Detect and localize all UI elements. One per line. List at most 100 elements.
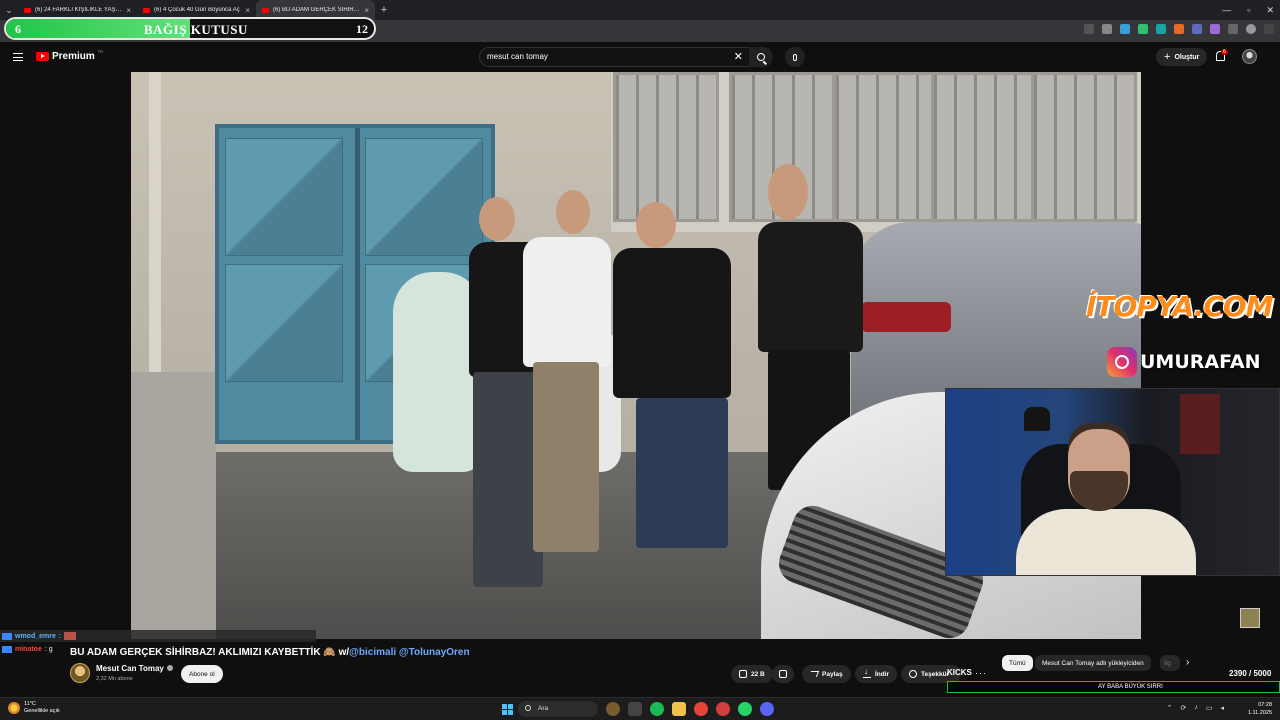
minimize-icon[interactable]: — xyxy=(1222,5,1231,15)
extension-icon[interactable] xyxy=(1156,24,1166,34)
app-icon[interactable] xyxy=(716,702,730,716)
extension-icon[interactable] xyxy=(1138,24,1148,34)
chat-text: : g xyxy=(44,646,53,653)
donation-progress-bar: 6 BAĞIŞ KUTUSU 12 xyxy=(4,17,376,40)
microphone-icon xyxy=(793,53,797,61)
tab-close-icon[interactable]: × xyxy=(364,6,369,15)
account-avatar[interactable] xyxy=(1242,49,1257,64)
window xyxy=(833,72,939,222)
search-icon xyxy=(525,705,531,711)
extension-icon[interactable] xyxy=(1192,24,1202,34)
barred-windows xyxy=(611,72,1141,232)
subscriber-count: 2,32 Mn abone xyxy=(96,676,133,682)
dislike-button[interactable] xyxy=(772,665,794,683)
profile-icon[interactable] xyxy=(1246,24,1256,34)
whatsapp-icon[interactable] xyxy=(738,702,752,716)
bookmark-star-icon[interactable] xyxy=(1102,24,1112,34)
cast-icon[interactable] xyxy=(1084,24,1094,34)
plus-icon: + xyxy=(1164,51,1171,63)
discord-icon[interactable] xyxy=(760,702,774,716)
maximize-icon[interactable]: ▫ xyxy=(1247,5,1250,15)
tab-close-icon[interactable]: × xyxy=(126,6,131,15)
pinned-apps xyxy=(606,702,774,716)
chat-username: minatoe xyxy=(15,646,42,653)
more-actions-icon[interactable]: ··· xyxy=(975,668,987,678)
spotify-icon[interactable] xyxy=(650,702,664,716)
create-button[interactable]: + Oluştur xyxy=(1156,48,1208,66)
legs xyxy=(533,362,599,552)
extension-icon[interactable] xyxy=(1120,24,1130,34)
menu-icon[interactable] xyxy=(1264,24,1274,34)
voice-search-button[interactable] xyxy=(785,47,805,67)
volume-icon[interactable]: ◂ xyxy=(1220,704,1224,712)
thumbs-down-icon xyxy=(779,670,787,678)
clock-time: 07:28 xyxy=(1258,702,1272,708)
video-title-mentions[interactable]: @bicimali @TolunayOren xyxy=(349,647,469,658)
taskbar-search-label: Ara xyxy=(538,705,549,712)
window xyxy=(613,72,719,222)
chat-emote-icon xyxy=(63,632,76,640)
file-explorer-icon[interactable] xyxy=(672,702,686,716)
close-window-icon[interactable]: ✕ xyxy=(1266,5,1274,16)
desk-lamp xyxy=(1024,407,1050,431)
streamer-shirt xyxy=(1016,509,1196,575)
tray-chevron-icon[interactable]: ⌃ xyxy=(1167,704,1173,712)
tab-title: (6) 4 Çocuk 40 Gün Boyunca Aç xyxy=(154,7,240,13)
extension-icon[interactable] xyxy=(1174,24,1184,34)
weather-sun-icon xyxy=(8,702,20,714)
concrete-ledge xyxy=(131,372,216,639)
tab-title: (6) 24 FARKLI KİŞİLİKLE YAŞAYAN xyxy=(35,7,123,13)
channel-name[interactable]: Mesut Can Tomay xyxy=(96,664,173,673)
weather-widget[interactable]: 11°C Genellikle açık xyxy=(8,701,60,715)
widget-icon[interactable] xyxy=(606,702,620,716)
head xyxy=(556,190,590,234)
search-icon xyxy=(757,53,765,61)
create-label: Oluştur xyxy=(1174,53,1200,61)
puzzle-icon[interactable] xyxy=(1228,24,1238,34)
mod-badge-icon xyxy=(2,632,12,640)
screen: ⌄ (6) 24 FARKLI KİŞİLİKLE YAŞAYAN × (6) … xyxy=(0,0,1280,720)
chip-all[interactable]: Tümü xyxy=(1002,655,1033,671)
chip-uploader[interactable]: Mesut Can Tomay adlı yükleyiciden xyxy=(1035,655,1151,671)
windows-taskbar: 11°C Genellikle açık Ara ⌃ ⟳ ♪ ▭ ◂ 07:28… xyxy=(0,697,1280,720)
torso xyxy=(523,237,611,367)
head xyxy=(479,197,515,241)
instagram-handle: UMURAFAN xyxy=(1107,347,1261,377)
task-view-icon[interactable] xyxy=(628,702,642,716)
network-icon[interactable]: ▭ xyxy=(1206,704,1213,712)
side-thumbnail[interactable] xyxy=(1240,608,1260,628)
tab-title: (6) BU ADAM GERÇEK SİHİRBAZ xyxy=(273,7,361,13)
hamburger-menu-icon[interactable] xyxy=(13,53,23,61)
search-input[interactable]: mesut can tomay ✕ xyxy=(479,47,751,67)
taskbar-search[interactable]: Ara xyxy=(518,701,598,717)
goal-counter: 2390 / 5000 xyxy=(1229,669,1272,678)
chevron-right-icon[interactable]: › xyxy=(1186,657,1189,668)
search-button[interactable] xyxy=(749,47,773,67)
donation-goal: 12 xyxy=(356,22,368,36)
share-button[interactable]: Paylaş xyxy=(802,665,851,683)
start-button-icon[interactable] xyxy=(502,704,513,715)
notification-count-badge: 6 xyxy=(1221,49,1228,55)
youtube-favicon-icon xyxy=(24,7,31,13)
tab-close-icon[interactable]: × xyxy=(245,6,250,15)
thumbs-up-icon xyxy=(739,670,747,678)
mic-tray-icon[interactable]: ♪ xyxy=(1194,704,1198,712)
search-query: mesut can tomay xyxy=(487,52,548,61)
youtube-premium-logo[interactable]: Premium TR xyxy=(36,49,103,62)
thanks-icon xyxy=(909,670,917,678)
sync-icon[interactable]: ⟳ xyxy=(1180,704,1186,712)
extension-icon[interactable] xyxy=(1210,24,1220,34)
channel-avatar[interactable] xyxy=(70,663,90,683)
instagram-icon xyxy=(1107,347,1137,377)
chrome-icon[interactable] xyxy=(694,702,708,716)
mod-badge-icon xyxy=(2,646,12,653)
subscribe-button[interactable]: Abone ol xyxy=(181,665,223,683)
download-button[interactable]: İndir xyxy=(855,665,898,683)
chip-related[interactable]: İlg xyxy=(1160,655,1180,671)
window xyxy=(1031,72,1137,222)
system-clock[interactable]: 07:28 1.11.2025 xyxy=(1248,701,1272,717)
new-tab-button[interactable]: + xyxy=(375,4,393,16)
like-button[interactable]: 22 B xyxy=(731,665,773,683)
clear-search-icon[interactable]: ✕ xyxy=(734,50,743,63)
streamer-webcam xyxy=(945,388,1280,576)
